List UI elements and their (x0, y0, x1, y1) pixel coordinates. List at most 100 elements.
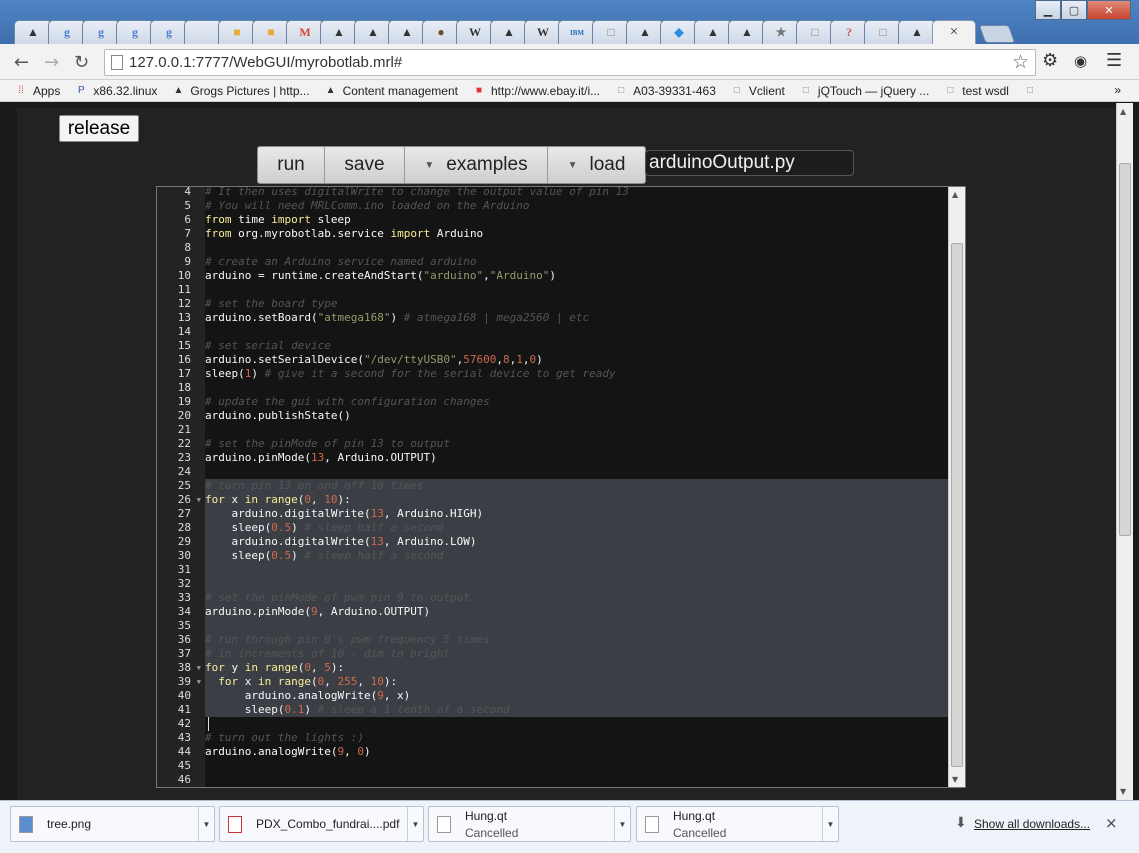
editor-scrollbar[interactable]: ▲ ▼ (948, 187, 965, 787)
bookmark-star-icon[interactable]: ☆ (1012, 51, 1029, 73)
code-line[interactable]: arduino.pinMode(13, Arduino.OUTPUT) (205, 451, 949, 465)
bookmark-item[interactable]: □ test wsdl (943, 84, 1009, 98)
browser-tab[interactable]: g (48, 20, 86, 44)
chevron-down-icon[interactable]: ▼ (407, 807, 423, 841)
code-line[interactable] (205, 563, 949, 577)
load-dropdown[interactable]: ▼ load (548, 147, 645, 183)
bookmark-item[interactable]: □ A03-39331-463 (614, 84, 716, 98)
code-line[interactable]: for x in range(0, 255, 10): (205, 675, 949, 689)
close-icon[interactable]: × (1105, 814, 1118, 832)
code-line[interactable]: # set serial device (205, 339, 949, 353)
browser-tab[interactable]: g (82, 20, 120, 44)
bookmark-item[interactable]: ⁞⁞ Apps (14, 84, 60, 98)
fold-arrow-icon[interactable]: ▼ (197, 661, 201, 675)
code-area[interactable]: # It then uses digitalWrite to change th… (205, 187, 949, 787)
scroll-down-icon[interactable]: ▼ (1120, 787, 1126, 796)
code-line[interactable] (205, 283, 949, 297)
reload-icon[interactable]: ↻ (74, 52, 89, 73)
browser-tab[interactable]: ★ (762, 20, 800, 44)
code-line[interactable]: arduino.publishState() (205, 409, 949, 423)
code-line[interactable] (205, 465, 949, 479)
minimize-icon[interactable]: ▁ (1035, 0, 1061, 20)
page-scrollbar[interactable]: ▲ ▼ (1116, 103, 1133, 800)
scroll-down-icon[interactable]: ▼ (952, 775, 958, 784)
forward-arrow-icon[interactable]: → (44, 52, 59, 73)
browser-tab[interactable]: ▲ (490, 20, 528, 44)
bookmark-item[interactable]: ▲ Grogs Pictures | http... (171, 84, 309, 98)
browser-tab[interactable]: ■ (218, 20, 256, 44)
code-line[interactable]: # in increments of 10 - dim to bright (205, 647, 949, 661)
menu-icon[interactable]: ☰ (1106, 50, 1122, 71)
browser-tab[interactable]: ▲ (694, 20, 732, 44)
code-line[interactable]: # set the board type (205, 297, 949, 311)
bookmark-item[interactable]: □ (1023, 84, 1042, 98)
code-line[interactable]: arduino = runtime.createAndStart("arduin… (205, 269, 949, 283)
maximize-icon[interactable]: ▢ (1061, 0, 1087, 20)
code-line[interactable]: arduino.pinMode(9, Arduino.OUTPUT) (205, 605, 949, 619)
code-line[interactable] (205, 619, 949, 633)
chevron-down-icon[interactable]: ▼ (614, 807, 630, 841)
browser-tab[interactable]: g (150, 20, 188, 44)
code-line[interactable]: arduino.analogWrite(9, 0) (205, 745, 949, 759)
browser-tab[interactable]: ▲ (388, 20, 426, 44)
browser-tab[interactable]: IBM (558, 20, 596, 44)
download-item[interactable]: Hung.qt Cancelled ▼ (428, 806, 631, 842)
code-line[interactable] (205, 381, 949, 395)
browser-tab[interactable]: □ (592, 20, 630, 44)
browser-tab[interactable]: ▲ (898, 20, 936, 44)
bookmark-item[interactable]: Px86.32.linux (74, 84, 157, 98)
code-line[interactable]: # run through pin 9's pwm frequency 5 ti… (205, 633, 949, 647)
save-button[interactable]: save (325, 147, 405, 183)
bookmark-item[interactable]: ■ http://www.ebay.it/i... (472, 84, 600, 98)
address-bar[interactable]: 127.0.0.1:7777/WebGUI/myrobotlab.mrl# ☆ (104, 49, 1036, 76)
code-line[interactable]: for y in range(0, 5): (205, 661, 949, 675)
code-line[interactable]: # set the pinMode of pwm pin 9 to output (205, 591, 949, 605)
browser-tab[interactable]: □ (864, 20, 902, 44)
code-line[interactable]: for x in range(0, 10): (205, 493, 949, 507)
code-line[interactable]: # turn pin 13 on and off 10 times (205, 479, 949, 493)
close-tab-icon[interactable]: × (950, 24, 958, 41)
back-arrow-icon[interactable]: ← (14, 52, 29, 73)
code-line[interactable] (205, 325, 949, 339)
code-line[interactable] (205, 241, 949, 255)
code-line[interactable]: arduino.analogWrite(9, x) (205, 689, 949, 703)
browser-tab[interactable]: ▲ (354, 20, 392, 44)
code-line[interactable]: sleep(0.5) # sleep half a second (205, 521, 949, 535)
filename-input[interactable] (645, 150, 854, 176)
code-line[interactable]: from time import sleep (205, 213, 949, 227)
download-item[interactable]: PDX_Combo_fundrai....pdf ▼ (219, 806, 424, 842)
code-line[interactable]: arduino.setSerialDevice("/dev/ttyUSB0", 5… (205, 353, 949, 367)
browser-tab[interactable]: M (286, 20, 324, 44)
bookmarks-overflow-icon[interactable]: » (1114, 83, 1121, 97)
bookmark-item[interactable]: □ jQTouch — jQuery ... (799, 84, 929, 98)
code-line[interactable]: # turn out the lights :) (205, 731, 949, 745)
code-line[interactable]: # create an Arduino service named arduin… (205, 255, 949, 269)
code-line[interactable] (205, 423, 949, 437)
chevron-down-icon[interactable]: ▼ (822, 807, 838, 841)
run-button[interactable]: run (258, 147, 325, 183)
extension-icon[interactable]: ◉ (1074, 52, 1087, 70)
browser-tab[interactable]: ▲ (14, 20, 52, 44)
show-all-downloads-link[interactable]: Show all downloads... (974, 817, 1090, 831)
code-line[interactable]: arduino.digitalWrite(13, Arduino.LOW) (205, 535, 949, 549)
code-line[interactable]: sleep(0.5) # sleep half a second (205, 549, 949, 563)
code-line[interactable]: sleep(1) # give it a second for the seri… (205, 367, 949, 381)
fold-arrow-icon[interactable]: ▼ (197, 493, 201, 507)
examples-dropdown[interactable]: ▼ examples (405, 147, 548, 183)
page-scroll-thumb[interactable] (1119, 163, 1131, 536)
fold-arrow-icon[interactable]: ▼ (197, 675, 201, 689)
browser-tab[interactable]: ▲ (626, 20, 664, 44)
browser-tab[interactable] (184, 20, 222, 44)
editor-scroll-thumb[interactable] (951, 243, 963, 767)
code-line[interactable]: arduino.setBoard("atmega168") # atmega16… (205, 311, 949, 325)
url-text[interactable]: 127.0.0.1:7777/WebGUI/myrobotlab.mrl# (129, 54, 402, 71)
scroll-up-icon[interactable]: ▲ (1120, 107, 1126, 116)
code-line[interactable]: # It then uses digitalWrite to change th… (205, 187, 949, 199)
download-item[interactable]: tree.png ▼ (10, 806, 215, 842)
bookmark-item[interactable]: □ Vclient (730, 84, 785, 98)
code-line[interactable] (205, 773, 949, 787)
code-line[interactable] (205, 577, 949, 591)
browser-tab[interactable]: □ (796, 20, 834, 44)
browser-tab[interactable]: g (116, 20, 154, 44)
code-editor[interactable]: 4 5 6 7 8 9 10 11 12 13 14 15 16 17 18 19 20 21 22 23 24 25 26… (156, 186, 966, 788)
